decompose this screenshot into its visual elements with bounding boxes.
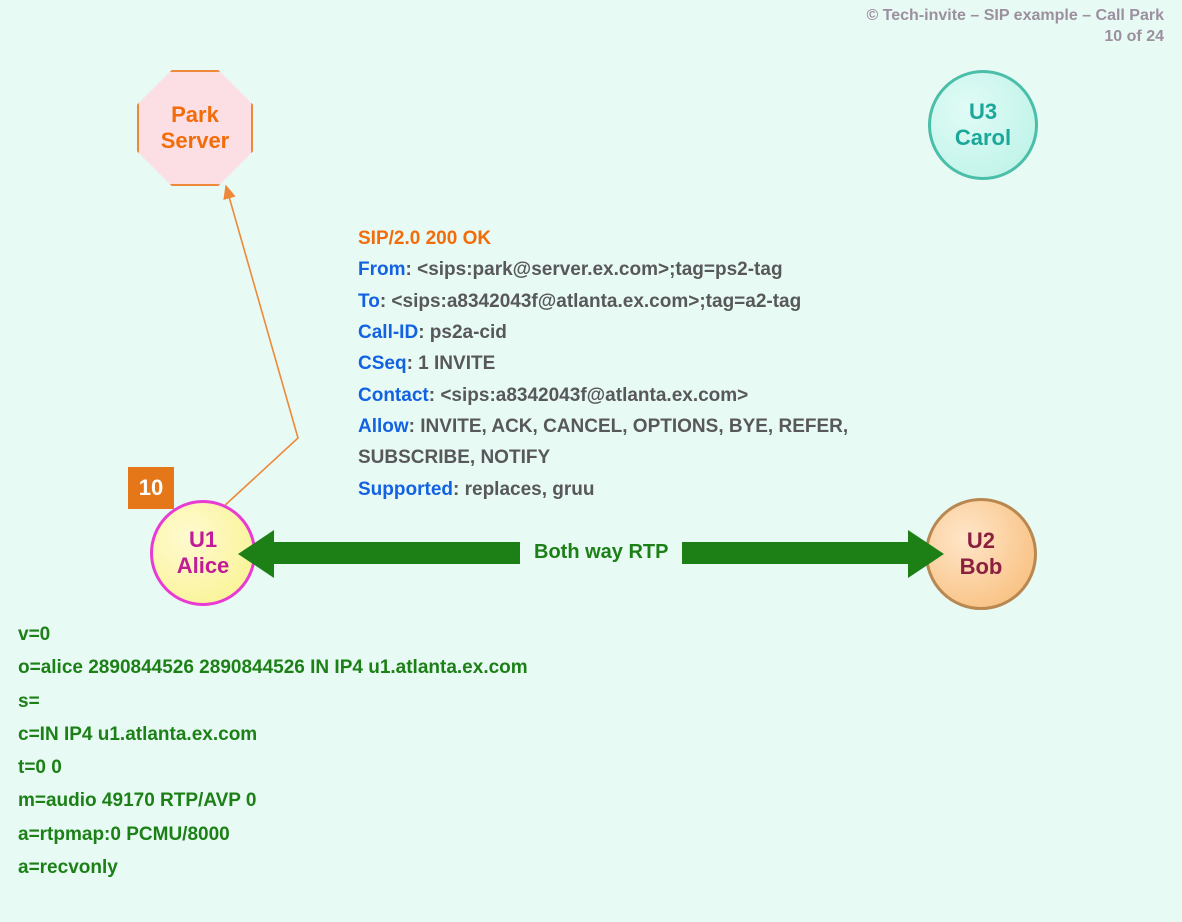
carol-line2: Carol <box>955 125 1011 150</box>
sdp-line-s: s= <box>18 685 528 718</box>
sip-from-val: : <sips:park@server.ex.com>;tag=ps2-tag <box>406 259 783 280</box>
sip-from-key: From <box>358 259 406 280</box>
park-server-line2: Server <box>161 128 230 153</box>
sip-status-line: SIP/2.0 200 OK <box>358 223 848 254</box>
sdp-body: v=0 o=alice 2890844526 2890844526 IN IP4… <box>18 618 528 884</box>
bob-line1: U2 <box>967 528 995 553</box>
sip-header-to: To: <sips:a8342043f@atlanta.ex.com>;tag=… <box>358 286 848 317</box>
sip-to-key: To <box>358 291 380 312</box>
sdp-line-m: m=audio 49170 RTP/AVP 0 <box>18 784 528 817</box>
copyright-footer: © Tech-invite – SIP example – Call Park … <box>866 6 1164 48</box>
node-alice-label: U1 Alice <box>177 527 230 580</box>
park-server-line1: Park <box>171 102 219 127</box>
sip-callid-val: : ps2a-cid <box>418 322 507 343</box>
node-bob-label: U2 Bob <box>960 528 1003 581</box>
sdp-line-t: t=0 0 <box>18 751 528 784</box>
sip-header-from: From: <sips:park@server.ex.com>;tag=ps2-… <box>358 254 848 285</box>
sdp-line-o: o=alice 2890844526 2890844526 IN IP4 u1.… <box>18 651 528 684</box>
copyright-line2: 10 of 24 <box>866 27 1164 48</box>
node-park-server-label: Park Server <box>161 102 230 155</box>
sip-callid-key: Call-ID <box>358 322 418 343</box>
sip-message: SIP/2.0 200 OK From: <sips:park@server.e… <box>358 223 848 505</box>
node-carol: U3 Carol <box>928 70 1038 180</box>
sip-header-allow: Allow: INVITE, ACK, CANCEL, OPTIONS, BYE… <box>358 411 848 442</box>
sip-header-callid: Call-ID: ps2a-cid <box>358 317 848 348</box>
alice-line2: Alice <box>177 553 230 578</box>
sip-cseq-val: : 1 INVITE <box>407 353 496 374</box>
node-carol-label: U3 Carol <box>955 99 1011 152</box>
sip-cseq-key: CSeq <box>358 353 407 374</box>
sip-supported-val: : replaces, gruu <box>453 479 595 500</box>
step-badge: 10 <box>128 467 174 509</box>
sip-header-allow-cont: SUBSCRIBE, NOTIFY <box>358 442 848 473</box>
sip-contact-val: : <sips:a8342043f@atlanta.ex.com> <box>429 385 749 406</box>
sdp-line-a2: a=recvonly <box>18 851 528 884</box>
sip-contact-key: Contact <box>358 385 429 406</box>
sip-to-val: : <sips:a8342043f@atlanta.ex.com>;tag=a2… <box>380 291 801 312</box>
sip-header-contact: Contact: <sips:a8342043f@atlanta.ex.com> <box>358 380 848 411</box>
sdp-line-c: c=IN IP4 u1.atlanta.ex.com <box>18 718 528 751</box>
alice-line1: U1 <box>189 527 217 552</box>
bob-line2: Bob <box>960 554 1003 579</box>
sip-header-supported: Supported: replaces, gruu <box>358 474 848 505</box>
step-number: 10 <box>139 475 163 501</box>
sdp-line-v: v=0 <box>18 618 528 651</box>
sip-allow-key: Allow <box>358 416 409 437</box>
copyright-line1: © Tech-invite – SIP example – Call Park <box>866 6 1164 27</box>
rtp-label: Both way RTP <box>520 541 682 564</box>
rtp-arrowhead-right-icon <box>908 530 944 578</box>
sip-header-cseq: CSeq: 1 INVITE <box>358 348 848 379</box>
sdp-line-a1: a=rtpmap:0 PCMU/8000 <box>18 818 528 851</box>
sip-allow-val: : INVITE, ACK, CANCEL, OPTIONS, BYE, REF… <box>409 416 849 437</box>
node-park-server: Park Server <box>137 70 253 186</box>
carol-line1: U3 <box>969 99 997 124</box>
sip-supported-key: Supported <box>358 479 453 500</box>
